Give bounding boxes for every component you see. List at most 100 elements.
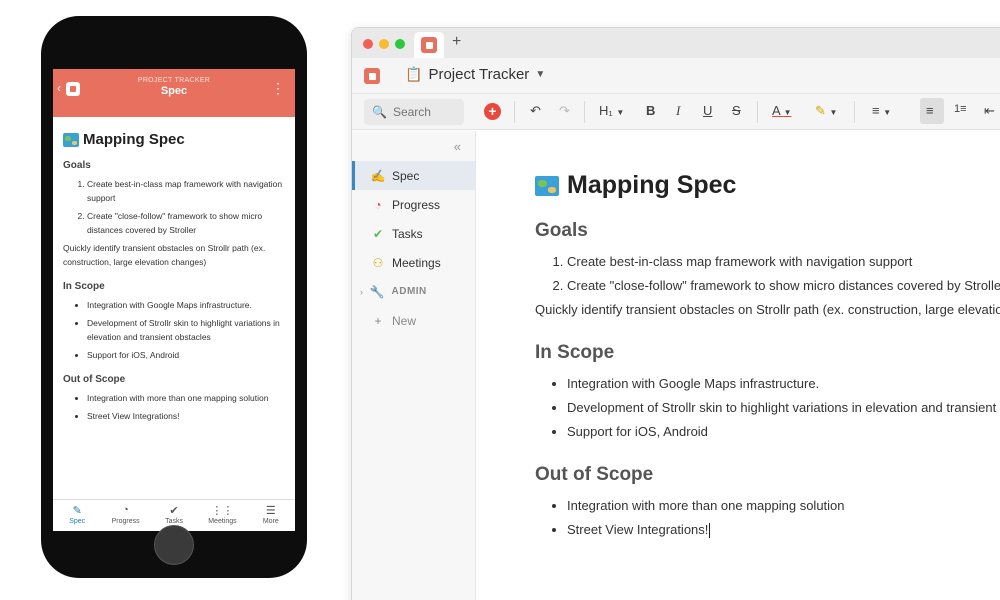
maximize-window-button[interactable] bbox=[395, 39, 405, 49]
list-item: Support for iOS, Android bbox=[87, 348, 285, 362]
doc-title: Mapping Spec bbox=[535, 171, 1000, 200]
bold-icon[interactable]: B bbox=[646, 103, 655, 118]
heading-out-of-scope: Out of Scope bbox=[535, 464, 654, 485]
sidebar: « ✍ Spec ◔ Progress ✔ Tasks ⚇ Meetings ›… bbox=[352, 131, 475, 600]
strikethrough-icon[interactable]: S bbox=[732, 103, 741, 118]
list-item: Integration with Google Maps infrastruct… bbox=[87, 298, 285, 312]
sidebar-item-label: Tasks bbox=[392, 226, 423, 241]
app-logo-icon[interactable] bbox=[364, 68, 380, 84]
text-color-icon[interactable]: A ▼ bbox=[772, 103, 792, 118]
check-circle-icon: ✔ bbox=[169, 505, 179, 517]
pen-icon: ✍ bbox=[370, 168, 386, 183]
desktop-window: + 📋 Project Tracker ▼ 🔍 + ↶ ↷ H₁ ▼ B I U bbox=[351, 27, 1000, 600]
toolbar-divider bbox=[514, 101, 515, 123]
list-item: Integration with Google Maps infrastruct… bbox=[567, 372, 1000, 396]
mobile-doc-title-text: Mapping Spec bbox=[83, 131, 185, 148]
redo-icon[interactable]: ↷ bbox=[559, 103, 570, 119]
sidebar-nav: ✍ Spec ◔ Progress ✔ Tasks ⚇ Meetings › 🔧… bbox=[352, 161, 475, 335]
undo-icon[interactable]: ↶ bbox=[530, 103, 541, 119]
sidebar-item-admin[interactable]: › 🔧 ADMIN bbox=[352, 277, 475, 306]
chevron-down-icon: ▼ bbox=[616, 108, 625, 117]
doc-title-bar: 📋 Project Tracker ▼ bbox=[352, 58, 1000, 94]
sidebar-item-label: Meetings bbox=[392, 255, 441, 270]
mobile-doc-content: Mapping Spec Goals Create best-in-class … bbox=[53, 117, 295, 423]
numbered-list-icon[interactable]: 1≡ bbox=[954, 103, 967, 115]
mobile-page-name: Spec bbox=[160, 85, 188, 97]
sidebar-item-spec[interactable]: ✍ Spec bbox=[352, 161, 475, 190]
minimize-window-button[interactable] bbox=[379, 39, 389, 49]
mobile-doc-title: Mapping Spec bbox=[63, 131, 285, 148]
search-box[interactable]: 🔍 bbox=[364, 99, 464, 125]
chevron-down-icon: ▼ bbox=[829, 108, 838, 117]
sidebar-item-label: Spec bbox=[392, 168, 420, 183]
phone-mockup: ‹ PROJECT TRACKER Spec ⋮ Mapping Spec Go… bbox=[41, 16, 307, 578]
highlight-color-icon[interactable]: ✎ ▼ bbox=[815, 103, 837, 119]
sidebar-item-meetings[interactable]: ⚇ Meetings bbox=[352, 248, 475, 277]
chevron-down-icon: ▼ bbox=[783, 108, 792, 117]
toolbar-divider bbox=[584, 101, 585, 123]
sidebar-admin-label: ADMIN bbox=[391, 286, 427, 297]
doc-title-text: Mapping Spec bbox=[567, 171, 737, 199]
outdent-icon[interactable]: ⇤ bbox=[984, 103, 995, 119]
list-item: Street View Integrations! bbox=[87, 409, 285, 423]
list-item: Create best-in-class map framework with … bbox=[567, 250, 1000, 274]
chevron-right-icon: › bbox=[360, 286, 364, 297]
doc-title-text: Project Tracker bbox=[428, 66, 530, 83]
sidebar-item-tasks[interactable]: ✔ Tasks bbox=[352, 219, 475, 248]
in-scope-list: Integration with Google Maps infrastruct… bbox=[535, 372, 1000, 444]
heading-label: H₁ bbox=[599, 103, 613, 118]
sidebar-item-progress[interactable]: ◔ Progress bbox=[352, 190, 475, 219]
tab-meetings[interactable]: ⋮⋮ Meetings bbox=[198, 500, 246, 531]
pie-chart-icon: ◔ bbox=[122, 504, 129, 516]
mobile-heading-out-of-scope: Out of Scope bbox=[63, 374, 126, 385]
format-toolbar: 🔍 + ↶ ↷ H₁ ▼ B I U S A ▼ ✎ ▼ ≡ ▼ ≡ 1≡ ⇤ bbox=[352, 94, 1000, 130]
mobile-in-scope-list: Integration with Google Maps infrastruct… bbox=[63, 298, 285, 362]
clipboard-icon: 📋 bbox=[405, 66, 423, 82]
app-logo-icon[interactable] bbox=[66, 82, 80, 96]
close-window-button[interactable] bbox=[363, 39, 373, 49]
doc-title-dropdown[interactable]: 📋 Project Tracker ▼ bbox=[405, 66, 545, 83]
chevron-down-icon: ▼ bbox=[535, 69, 546, 80]
bulleted-list-icon[interactable]: ≡ bbox=[926, 103, 934, 118]
pie-chart-icon: ◔ bbox=[374, 197, 382, 212]
heading-dropdown[interactable]: H₁ ▼ bbox=[599, 103, 624, 118]
mobile-project-name: PROJECT TRACKER bbox=[137, 77, 211, 84]
list-item: Create "close-follow" framework to show … bbox=[567, 274, 1000, 298]
people-icon: ⚇ bbox=[372, 255, 384, 270]
search-icon: 🔍 bbox=[372, 105, 387, 119]
list-item: Create "close-follow" framework to show … bbox=[87, 209, 285, 237]
mobile-out-of-scope-list: Integration with more than one mapping s… bbox=[63, 391, 285, 423]
add-button[interactable]: + bbox=[484, 103, 501, 120]
align-dropdown[interactable]: ≡ ▼ bbox=[872, 103, 891, 118]
new-tab-plus-icon[interactable]: + bbox=[452, 33, 461, 51]
wrench-icon: 🔧 bbox=[369, 284, 386, 299]
home-button[interactable] bbox=[154, 525, 194, 565]
italic-icon[interactable]: I bbox=[676, 103, 680, 119]
menu-icon: ☰ bbox=[265, 505, 276, 517]
tab-label: More bbox=[262, 518, 279, 525]
toolbar-divider bbox=[757, 101, 758, 123]
sidebar-new-page[interactable]: + New bbox=[352, 306, 475, 335]
stage: ‹ PROJECT TRACKER Spec ⋮ Mapping Spec Go… bbox=[0, 0, 1000, 600]
chevron-down-icon: ▼ bbox=[883, 108, 892, 117]
app-logo-icon bbox=[421, 37, 437, 53]
mobile-heading-in-scope: In Scope bbox=[63, 281, 105, 292]
search-input[interactable] bbox=[392, 105, 453, 119]
more-vertical-icon[interactable]: ⋮ bbox=[271, 81, 285, 95]
map-emoji-icon bbox=[535, 175, 559, 196]
text-cursor bbox=[709, 523, 711, 539]
tab-label: Spec bbox=[69, 518, 86, 525]
people-icon: ⋮⋮ bbox=[211, 505, 234, 517]
doc-tab[interactable] bbox=[414, 32, 444, 58]
heading-goals: Goals bbox=[535, 220, 588, 241]
back-chevron-icon[interactable]: ‹ bbox=[57, 81, 61, 95]
tab-progress[interactable]: ◔ Progress bbox=[101, 500, 149, 531]
collapse-sidebar-icon[interactable]: « bbox=[454, 139, 461, 154]
tab-label: Progress bbox=[111, 518, 140, 525]
document-editor[interactable]: Mapping Spec Goals Create best-in-class … bbox=[475, 131, 1000, 600]
underline-icon[interactable]: U bbox=[703, 103, 712, 118]
list-item-text: Street View Integrations! bbox=[567, 522, 709, 537]
tab-more[interactable]: ☰ More bbox=[247, 500, 295, 531]
tab-spec[interactable]: ✎ Spec bbox=[53, 500, 101, 531]
mobile-heading-goals: Goals bbox=[63, 160, 91, 171]
